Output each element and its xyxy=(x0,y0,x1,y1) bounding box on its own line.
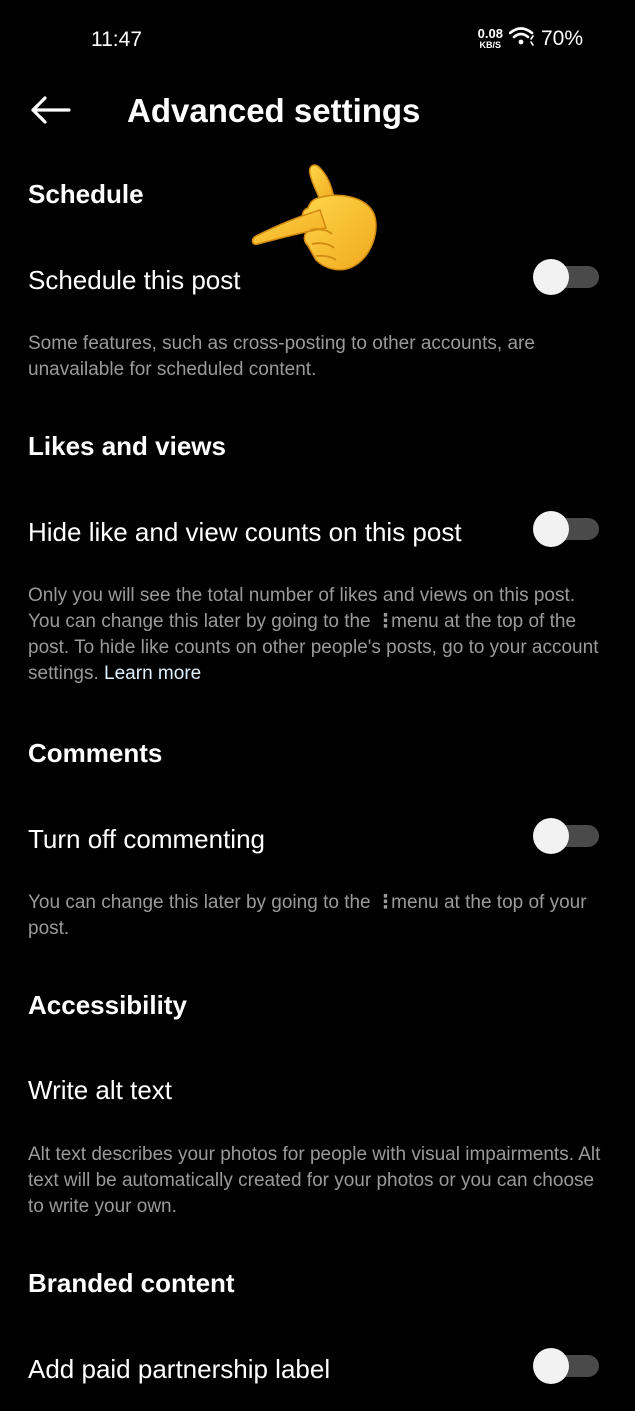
network-speed: 0.08 KB/S xyxy=(478,27,503,50)
section-heading-branded-content: Branded content xyxy=(28,1268,235,1298)
more-menu-icon: ⋮ xyxy=(375,892,395,913)
pointing-hand-emoji-icon xyxy=(248,162,380,274)
write-alt-text-row[interactable]: Write alt text xyxy=(28,1074,172,1106)
comments-description-part1: You can change this later by going to th… xyxy=(28,892,371,913)
paid-partnership-label[interactable]: Add paid partnership label xyxy=(28,1353,330,1385)
learn-more-link[interactable]: Learn more xyxy=(104,663,201,684)
likes-views-description: Only you will see the total number of li… xyxy=(28,583,608,687)
turn-off-commenting-toggle[interactable] xyxy=(533,818,599,854)
comments-description: You can change this later by going to th… xyxy=(28,890,608,942)
network-speed-unit: KB/S xyxy=(479,40,502,50)
hide-counts-label[interactable]: Hide like and view counts on this post xyxy=(28,516,462,548)
paid-partnership-toggle[interactable] xyxy=(533,1348,599,1384)
toggle-knob xyxy=(533,1348,569,1384)
accessibility-description: Alt text describes your photos for peopl… xyxy=(28,1144,601,1217)
more-menu-icon: ⋮ xyxy=(375,611,395,632)
page-title: Advanced settings xyxy=(127,92,421,129)
back-button[interactable] xyxy=(22,88,78,136)
wifi-icon xyxy=(508,26,535,51)
network-speed-value: 0.08 xyxy=(477,26,503,41)
arrow-left-icon xyxy=(29,95,71,130)
section-heading-schedule: Schedule xyxy=(28,179,144,209)
schedule-post-label[interactable]: Schedule this post xyxy=(28,264,240,296)
toggle-knob xyxy=(533,511,569,547)
schedule-post-toggle[interactable] xyxy=(533,259,599,295)
section-heading-likes-views: Likes and views xyxy=(28,431,226,461)
schedule-description: Some features, such as cross-posting to … xyxy=(28,333,535,380)
toggle-knob xyxy=(533,818,569,854)
section-heading-accessibility: Accessibility xyxy=(28,990,187,1020)
status-indicators: 0.08 KB/S 70% xyxy=(478,26,583,51)
hide-counts-toggle[interactable] xyxy=(533,511,599,547)
section-heading-comments: Comments xyxy=(28,738,163,768)
turn-off-commenting-label[interactable]: Turn off commenting xyxy=(28,823,265,855)
battery-level: 70% xyxy=(540,26,583,50)
status-time: 11:47 xyxy=(91,28,142,51)
toggle-knob xyxy=(533,259,569,295)
